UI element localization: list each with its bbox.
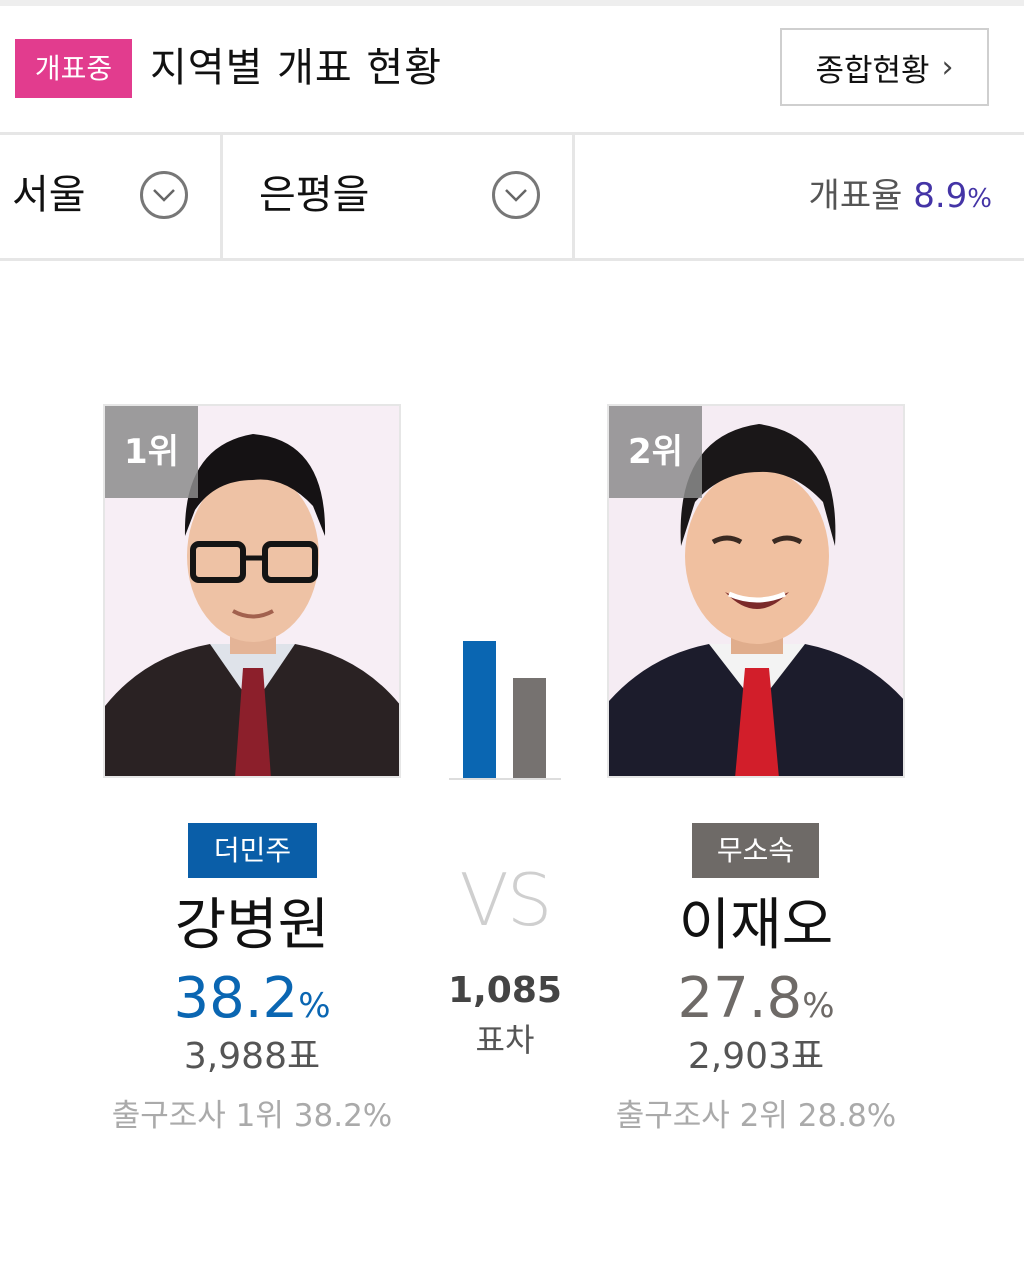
summary-button-label: 종합현황 [815,52,930,89]
bars-baseline [449,778,561,780]
candidate-percent-value-1: 38.2 [173,966,299,1031]
chevron-down-icon[interactable] [140,171,188,219]
summary-button[interactable]: 종합현황 › [780,28,989,106]
candidate-name-2: 이재오 [678,893,834,958]
exit-poll-1: 출구조사 1위 38.2% [111,1098,393,1134]
vote-bar-1 [463,641,496,778]
chevron-down-icon[interactable] [492,171,540,219]
city-dropdown-label: 서울 [12,172,86,218]
region-selector-row: 서울 은평을 개표율 8.9% [0,134,1024,261]
vs-label: VS [459,858,553,942]
candidate-name-1: 강병원 [174,893,330,958]
count-rate-value: 8.9 [913,176,968,216]
candidate-percent-unit-2: % [802,986,835,1026]
candidate-percent-value-2: 27.8 [677,966,803,1031]
count-rate-unit: % [967,184,992,214]
vote-difference-label: 표차 [475,1021,535,1059]
candidate-votes-1: 3,988표 [183,1036,321,1077]
candidate-votes-2: 2,903표 [687,1036,825,1077]
vote-difference: 1,085 [448,970,562,1011]
count-rate-label: 개표율 [808,176,903,216]
candidate-photo-1: 1위 [103,404,401,778]
rank-badge-2: 2위 [609,406,702,498]
district-dropdown-label: 은평을 [259,172,370,218]
candidate-percent-1: 38.2% [102,966,402,1039]
city-dropdown[interactable]: 서울 [0,134,223,258]
vote-bar-2 [513,678,546,778]
candidate-percent-2: 27.8% [606,966,906,1039]
candidate-percent-unit-1: % [298,986,331,1026]
count-rate: 개표율 8.9% [809,174,992,221]
status-badge: 개표중 [15,39,132,98]
vote-share-bars [449,600,561,780]
chevron-right-icon: › [941,49,954,85]
party-badge-2: 무소속 [692,823,819,878]
page-title: 지역별 개표 현황 [150,45,443,91]
rank-badge-1: 1위 [105,406,198,498]
candidate-photo-2: 2위 [607,404,905,778]
district-dropdown[interactable]: 은평을 [223,134,575,258]
exit-poll-2: 출구조사 2위 28.8% [615,1098,897,1134]
party-badge-1: 더민주 [188,823,317,878]
page-header: 개표중 지역별 개표 현황 종합현황 › [0,6,1024,135]
